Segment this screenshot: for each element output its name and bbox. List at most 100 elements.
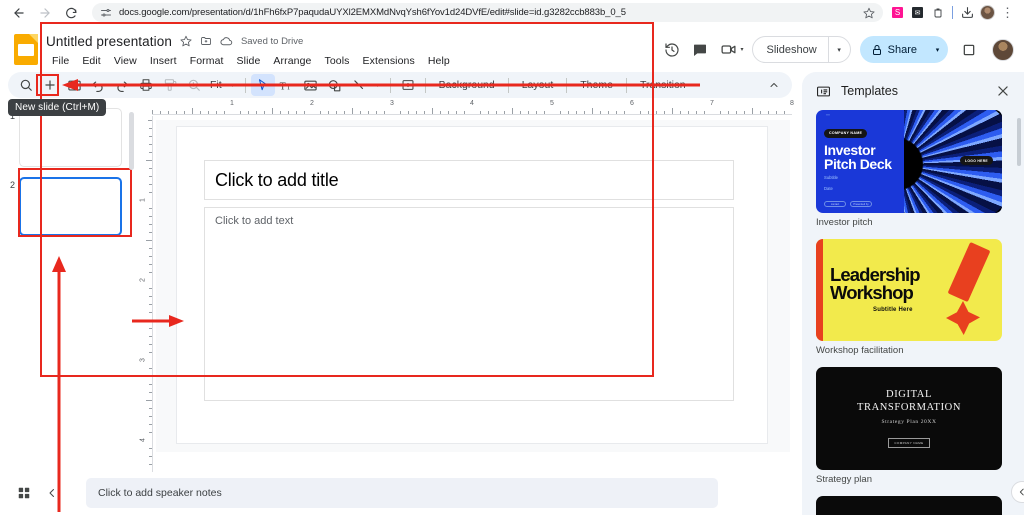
menu-edit[interactable]: Edit	[76, 53, 107, 69]
background-button[interactable]: Background	[431, 76, 503, 94]
version-history-icon[interactable]	[659, 37, 685, 63]
toolbar-divider	[425, 78, 426, 93]
share-dropdown-icon[interactable]: ▾	[927, 36, 948, 63]
share-button[interactable]: Share ▾	[860, 36, 948, 63]
zoom-level-label[interactable]: Fit	[206, 79, 226, 91]
slideshow-button[interactable]: Slideshow ▾	[752, 36, 851, 63]
theme-button[interactable]: Theme	[572, 76, 621, 94]
extension-pink-icon[interactable]: S	[889, 4, 906, 21]
scrollbar-thumb[interactable]	[129, 112, 134, 170]
template-thumbnail-partial[interactable]	[816, 496, 1002, 515]
template-card-investor-pitch[interactable]: ▔ COMPANY NAME Investor Pitch Deck Subti…	[816, 110, 1010, 228]
menu-view[interactable]: View	[108, 53, 143, 69]
slide-canvas[interactable]: Click to add title Click to add text	[176, 126, 768, 444]
lock-icon	[871, 44, 883, 56]
insert-shape-icon[interactable]	[323, 74, 347, 96]
menu-extensions[interactable]: Extensions	[356, 53, 420, 69]
line-dropdown-icon[interactable]: ▾	[371, 82, 385, 89]
template-thumbnail[interactable]: ▔ COMPANY NAME Investor Pitch Deck Subti…	[816, 110, 1002, 213]
present-icon[interactable]	[956, 37, 982, 63]
google-slides-app: docs.google.com/presentation/d/1hFh6fxP7…	[0, 0, 1024, 515]
cursor-select-icon[interactable]	[251, 74, 275, 96]
chevron-left-icon[interactable]	[38, 479, 66, 507]
menu-arrange[interactable]: Arrange	[267, 53, 317, 69]
slide-editor: 1 2 3 4 5 6 7 8 9	[140, 98, 802, 475]
vertical-ruler[interactable]: 1 2 3 4 5	[140, 116, 154, 472]
star-icon[interactable]	[180, 35, 192, 47]
chevron-down-icon[interactable]: ▾	[740, 46, 743, 53]
star-icon[interactable]	[857, 7, 875, 19]
slide-thumbnail-2[interactable]	[19, 177, 122, 236]
horizontal-ruler[interactable]: 1 2 3 4 5 6 7 8 9	[152, 100, 792, 116]
templates-panel-icon	[816, 84, 831, 99]
templates-header: Templates	[802, 72, 1024, 110]
address-bar[interactable]: docs.google.com/presentation/d/1hFh6fxP7…	[92, 3, 883, 22]
slide-layout-icon[interactable]	[62, 74, 86, 96]
template-pill-2: Presented by	[850, 201, 872, 207]
chevron-up-icon[interactable]	[768, 79, 786, 91]
kebab-menu-icon[interactable]: ⋮	[999, 4, 1016, 21]
slide-number: 2	[6, 177, 19, 190]
tune-icon[interactable]	[100, 7, 112, 19]
template-label: Investor pitch	[816, 217, 1010, 228]
grid-view-icon[interactable]	[10, 479, 38, 507]
menu-format[interactable]: Format	[184, 53, 230, 69]
svg-text:T: T	[287, 84, 292, 91]
add-comment-icon[interactable]	[396, 74, 420, 96]
print-icon[interactable]	[134, 74, 158, 96]
save-status: Saved to Drive	[241, 36, 303, 47]
redo-icon[interactable]	[110, 74, 134, 96]
move-to-folder-icon[interactable]	[200, 35, 212, 47]
menu-tools[interactable]: Tools	[318, 53, 355, 69]
forward-arrow-icon[interactable]	[34, 2, 56, 24]
scrollbar-thumb[interactable]	[1017, 118, 1021, 166]
zoom-dropdown-icon[interactable]: ▾	[226, 82, 240, 89]
menu-slide[interactable]: Slide	[231, 53, 267, 69]
text-box-icon[interactable]: TT	[275, 74, 299, 96]
reload-icon[interactable]	[60, 2, 82, 24]
menu-insert[interactable]: Insert	[144, 53, 183, 69]
template-card-workshop-facilitation[interactable]: WORKSHOP Leadership Workshop Subtitle He…	[816, 239, 1010, 356]
extension-dark-icon[interactable]: ✉	[909, 4, 926, 21]
templates-scrollbar[interactable]	[1017, 118, 1021, 508]
download-icon[interactable]	[959, 4, 976, 21]
slide-thumbnail-1[interactable]	[19, 108, 122, 167]
ruler-label: 6	[630, 100, 634, 107]
body-placeholder[interactable]: Click to add text	[204, 207, 734, 401]
profile-avatar[interactable]	[979, 4, 996, 21]
transition-button[interactable]: Transition	[632, 76, 694, 94]
slideshow-dropdown-icon[interactable]: ▾	[828, 37, 850, 62]
template-image-side: LOGO HERE	[904, 110, 1002, 213]
back-arrow-icon[interactable]	[8, 2, 30, 24]
list-item[interactable]: 2	[0, 167, 134, 236]
title-placeholder[interactable]: Click to add title	[204, 160, 734, 200]
comment-icon[interactable]	[687, 37, 713, 63]
video-camera-icon[interactable]	[715, 37, 741, 63]
template-heading-line1: Investor	[824, 143, 904, 157]
templates-sidebar: Templates ▔ COMPANY NAME Investor Pitch …	[802, 72, 1024, 515]
document-title[interactable]: Untitled presentation	[46, 34, 172, 49]
slide-workspace[interactable]: Click to add title Click to add text	[156, 120, 790, 452]
zoom-icon[interactable]	[182, 74, 206, 96]
template-card-strategy-plan[interactable]: DIGITAL TRANSFORMATION Strategy Plan 20X…	[816, 367, 1010, 485]
layout-button[interactable]: Layout	[514, 76, 562, 94]
toolbar-divider	[626, 78, 627, 93]
menu-file[interactable]: File	[46, 53, 75, 69]
template-thumbnail[interactable]: DIGITAL TRANSFORMATION Strategy Plan 20X…	[816, 367, 1002, 470]
search-icon[interactable]	[14, 74, 38, 96]
undo-icon[interactable]	[86, 74, 110, 96]
filmstrip-scrollbar[interactable]	[129, 104, 134, 474]
menu-help[interactable]: Help	[422, 53, 456, 69]
close-icon[interactable]	[996, 84, 1010, 98]
new-slide-button[interactable]	[38, 74, 62, 96]
insert-line-icon[interactable]	[347, 74, 371, 96]
google-slides-logo[interactable]	[14, 34, 38, 65]
paint-format-icon[interactable]	[158, 74, 182, 96]
extension-outline-icon[interactable]	[929, 4, 946, 21]
insert-image-icon[interactable]	[299, 74, 323, 96]
ruler-label: 5	[550, 100, 554, 107]
ruler-label: 4	[470, 100, 474, 107]
template-thumbnail[interactable]: WORKSHOP Leadership Workshop Subtitle He…	[816, 239, 1002, 341]
user-avatar[interactable]	[992, 39, 1014, 61]
speaker-notes-field[interactable]: Click to add speaker notes	[86, 478, 718, 508]
